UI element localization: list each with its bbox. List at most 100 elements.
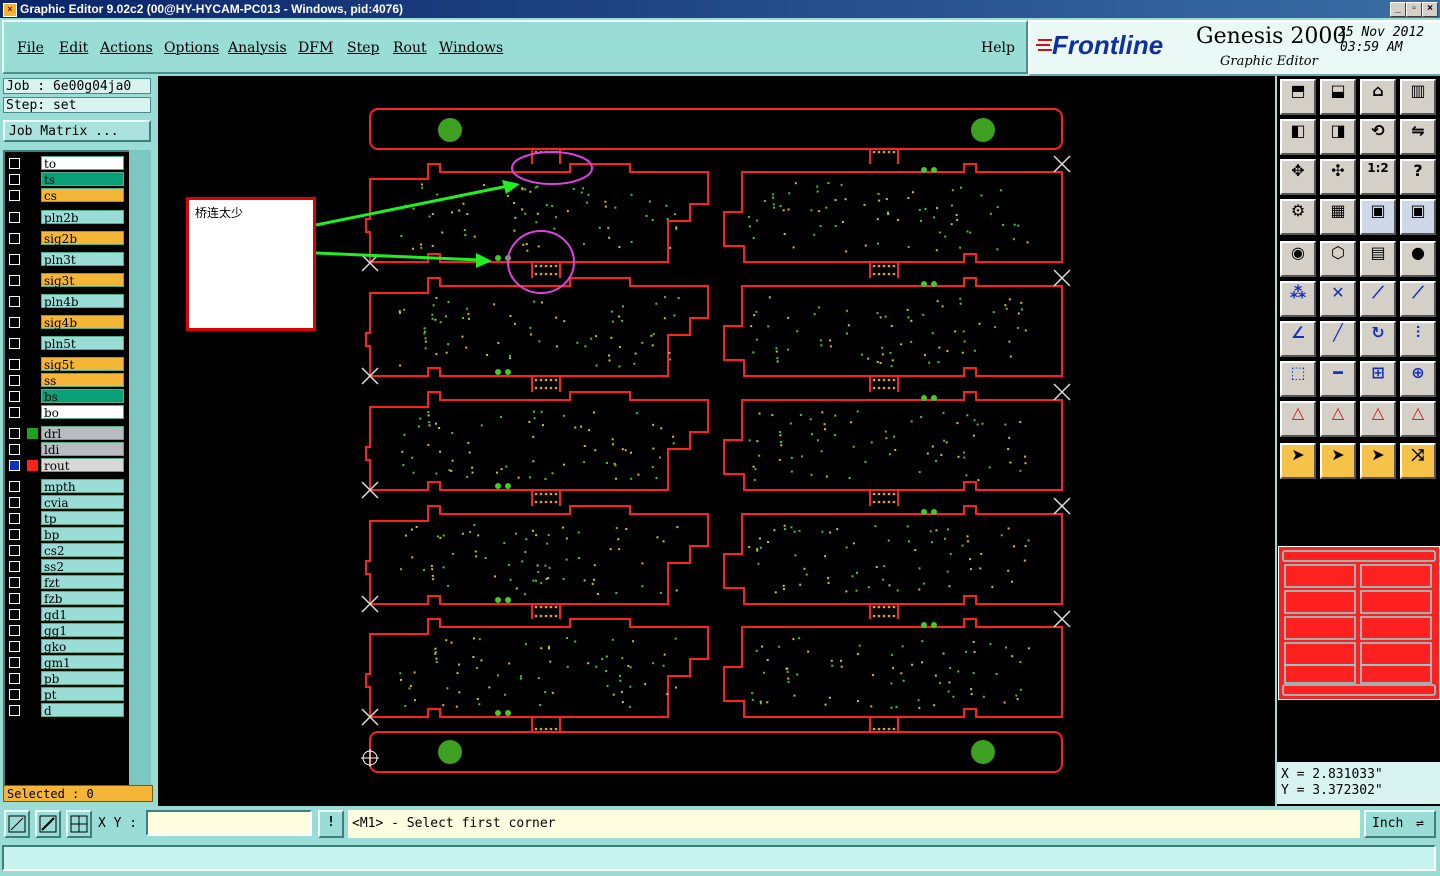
graphic-canvas[interactable] — [158, 76, 1275, 806]
menu-edit[interactable]: Edit — [59, 40, 88, 56]
layer-row-gko[interactable]: gko — [5, 639, 129, 654]
layer-name[interactable]: mpth — [41, 479, 124, 494]
slash-tool-button[interactable]: ╱ — [1320, 321, 1356, 357]
layer-checkbox[interactable] — [9, 609, 20, 620]
select-path-tool-button[interactable]: ⤨ — [1400, 443, 1436, 479]
layer-checkbox[interactable] — [9, 338, 20, 349]
annotation-note[interactable]: 桥连太少 — [186, 197, 316, 331]
layer-row-drl[interactable]: drl — [5, 426, 129, 441]
layer-row-pln4b[interactable]: pln4b — [5, 294, 129, 309]
layer-row-sig3t[interactable]: sig3t — [5, 273, 129, 288]
menu-dfm[interactable]: DFM — [298, 40, 333, 56]
dimension-tool-button[interactable]: ⊞ — [1360, 361, 1396, 397]
menu-actions[interactable]: Actions — [100, 40, 153, 56]
layer-name[interactable]: d — [41, 703, 124, 718]
layer-name[interactable]: sig4b — [41, 315, 124, 330]
triangle-tool-button[interactable]: △ — [1280, 401, 1316, 437]
layer-row-gm1[interactable]: gm1 — [5, 655, 129, 670]
layer-checkbox[interactable] — [9, 174, 20, 185]
merge-tool-button[interactable]: ⊕ — [1400, 361, 1436, 397]
select-multi-tool-button[interactable]: ➤ — [1360, 443, 1396, 479]
layer-checkbox[interactable] — [9, 190, 20, 201]
layer-checkbox[interactable] — [9, 444, 20, 455]
layer-name[interactable]: to — [41, 156, 124, 171]
layer-name[interactable]: cs2 — [41, 543, 124, 558]
layer-row-ldi[interactable]: ldi — [5, 442, 129, 457]
mirror-tool-button[interactable]: ⇋ — [1400, 119, 1436, 155]
job-matrix-button[interactable]: Job Matrix ... — [3, 120, 151, 142]
angle-tool-button[interactable]: ∠ — [1280, 321, 1316, 357]
layer-row-pb[interactable]: pb — [5, 671, 129, 686]
layer-name[interactable]: pln3t — [41, 252, 124, 267]
layer-name[interactable]: cvia — [41, 495, 124, 510]
layer-name[interactable]: sig5t — [41, 357, 124, 372]
layer-checkbox[interactable] — [9, 460, 20, 471]
layer-b-tool-button[interactable]: ▣ — [1400, 199, 1436, 235]
layer-checkbox[interactable] — [9, 625, 20, 636]
layer-checkbox[interactable] — [9, 275, 20, 286]
close-button[interactable]: × — [1422, 2, 1438, 17]
layer-name[interactable]: pb — [41, 671, 124, 686]
layer-name[interactable]: pln2b — [41, 210, 124, 225]
layer-a-tool-button[interactable]: ▣ — [1360, 199, 1396, 235]
layer-row-cvia[interactable]: cvia — [5, 495, 129, 510]
layer-checkbox[interactable] — [9, 561, 20, 572]
layer-list-scrollbar[interactable] — [129, 150, 151, 790]
layer-name[interactable]: pln4b — [41, 294, 124, 309]
layer-checkbox[interactable] — [9, 705, 20, 716]
pad-tool-button[interactable]: ◉ — [1280, 241, 1316, 277]
menu-file[interactable]: File — [17, 40, 44, 56]
snap-grid-button[interactable] — [66, 810, 92, 838]
triangle3-tool-button[interactable]: △ — [1360, 401, 1396, 437]
layer-name[interactable]: ss2 — [41, 559, 124, 574]
layer-checkbox[interactable] — [9, 513, 20, 524]
layer-row-gd1[interactable]: gd1 — [5, 607, 129, 622]
layer-name[interactable]: rout — [41, 458, 124, 473]
menu-options[interactable]: Options — [164, 40, 219, 56]
split-view-tool-button[interactable]: ▥ — [1400, 79, 1436, 115]
triangle2-tool-button[interactable]: △ — [1320, 401, 1356, 437]
layer-row-cs[interactable]: cs — [5, 188, 129, 203]
layer-name[interactable]: fzb — [41, 591, 124, 606]
layer-checkbox[interactable] — [9, 359, 20, 370]
layer-checkbox[interactable] — [9, 375, 20, 386]
layer-checkbox[interactable] — [9, 593, 20, 604]
line-node-tool-button[interactable]: ⟋ — [1360, 281, 1396, 317]
layer-row-rout[interactable]: rout — [5, 458, 129, 473]
layer-name[interactable]: gd1 — [41, 607, 124, 622]
ruler-tool-button[interactable]: ▤ — [1360, 241, 1396, 277]
layer-name[interactable]: bo — [41, 405, 124, 420]
layer-row-to[interactable]: to — [5, 156, 129, 171]
dot-tool-button[interactable]: ● — [1400, 241, 1436, 277]
layer-checkbox[interactable] — [9, 391, 20, 402]
layer-name[interactable]: fzt — [41, 575, 124, 590]
layer-row-gg1[interactable]: gg1 — [5, 623, 129, 638]
layer-checkbox[interactable] — [9, 428, 20, 439]
menu-analysis[interactable]: Analysis — [228, 40, 287, 56]
menu-rout[interactable]: Rout — [393, 40, 427, 56]
layer-name[interactable]: cs — [41, 188, 124, 203]
previous-view-tool-button[interactable]: ⬒ — [1280, 79, 1316, 115]
rotate-tool-button[interactable]: ⟲ — [1360, 119, 1396, 155]
layer-checkbox[interactable] — [9, 497, 20, 508]
layer-name[interactable]: gko — [41, 639, 124, 654]
layer-row-bs[interactable]: bs — [5, 389, 129, 404]
layer-checkbox[interactable] — [9, 577, 20, 588]
overview-map[interactable] — [1278, 546, 1440, 700]
layer-name[interactable]: pln5t — [41, 336, 124, 351]
grid-toggle-tool-button[interactable]: ▦ — [1320, 199, 1356, 235]
home-view-tool-button[interactable]: ⌂ — [1360, 79, 1396, 115]
connect-tool-button[interactable]: ⁂ — [1280, 281, 1316, 317]
center-tool-button[interactable]: ✣ — [1320, 159, 1356, 195]
menu-help[interactable]: Help — [981, 40, 1015, 56]
layer-row-pln3t[interactable]: pln3t — [5, 252, 129, 267]
move-tool-button[interactable]: ⬚ — [1280, 361, 1316, 397]
layer-row-fzt[interactable]: fzt — [5, 575, 129, 590]
select-tool-button[interactable]: ➤ — [1280, 443, 1316, 479]
maximize-button[interactable]: ▫ — [1406, 2, 1422, 17]
next-view-tool-button[interactable]: ⬓ — [1320, 79, 1356, 115]
layer-row-bo[interactable]: bo — [5, 405, 129, 420]
dash-tool-button[interactable]: ━ — [1320, 361, 1356, 397]
layer-row-ss[interactable]: ss — [5, 373, 129, 388]
layer-row-sig2b[interactable]: sig2b — [5, 231, 129, 246]
